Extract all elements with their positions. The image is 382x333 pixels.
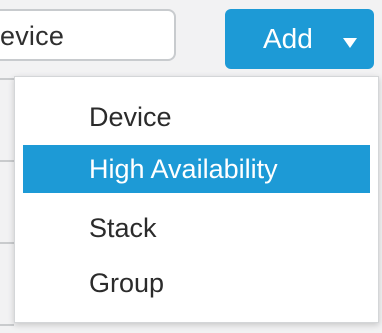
list-divider (0, 160, 14, 162)
menu-item-label: Stack (89, 213, 157, 243)
caret-down-icon (343, 38, 357, 48)
menu-item-high-availability[interactable]: High Availability (23, 145, 370, 193)
list-divider (0, 242, 14, 244)
search-input-value: evice (0, 21, 65, 51)
menu-item-label: High Availability (89, 154, 278, 184)
menu-item-stack[interactable]: Stack (15, 204, 378, 252)
add-button-label: Add (263, 23, 313, 54)
list-divider (0, 78, 14, 80)
background-list (0, 64, 14, 333)
search-input[interactable]: evice (0, 9, 176, 61)
menu-item-group[interactable]: Group (15, 259, 378, 307)
menu-item-device[interactable]: Device (15, 93, 378, 141)
menu-item-label: Device (89, 102, 172, 132)
list-divider (0, 324, 14, 326)
menu-item-label: Group (89, 268, 165, 298)
add-button[interactable]: Add (225, 9, 374, 69)
add-dropdown-menu: Device High Availability Stack Group (14, 76, 379, 323)
